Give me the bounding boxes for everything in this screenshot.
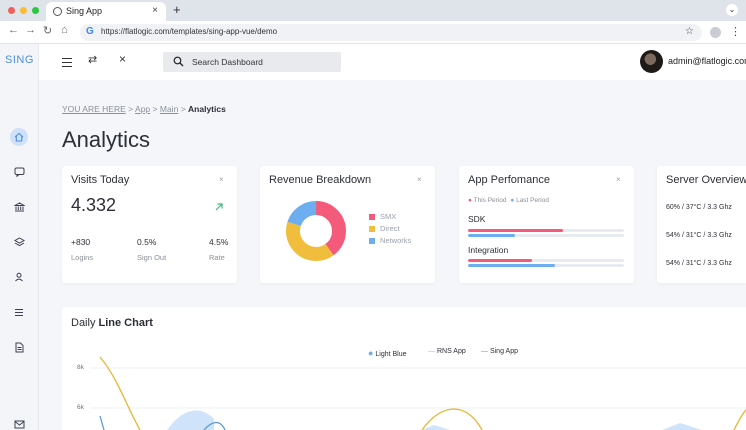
sdk-label: SDK [468, 214, 486, 224]
close-window-dot[interactable] [8, 7, 15, 14]
app-header: ⇄ × admin@flatlogic.com [39, 44, 746, 80]
address-bar[interactable]: G https://flatlogic.com/templates/sing-a… [80, 24, 702, 41]
integration-last-bar [468, 264, 624, 267]
swap-icon[interactable]: ⇄ [88, 53, 97, 66]
minimize-window-dot[interactable] [20, 7, 27, 14]
bookmark-star-icon[interactable]: ☆ [685, 26, 694, 37]
document-icon[interactable] [10, 338, 28, 356]
light-blue-area [422, 425, 450, 430]
logins-value: +830 [71, 237, 91, 247]
trend-up-icon [215, 203, 223, 211]
home-icon[interactable] [10, 128, 28, 146]
globe-icon [53, 7, 62, 16]
browser-profile-icon[interactable] [710, 27, 721, 38]
breadcrumb-separator: > [180, 104, 186, 114]
breadcrumb-separator: > [152, 104, 158, 114]
revenue-donut [286, 201, 346, 261]
sing-app-line [99, 415, 105, 430]
line-chart-card: Daily Line Chart ● Light Blue — RNS App … [62, 307, 746, 430]
home-browser-icon[interactable]: ⌂ [61, 24, 68, 36]
search-icon [173, 56, 184, 67]
server-row-3: 54% / 31°C / 3.3 Ghz [666, 260, 732, 267]
app-logo[interactable]: SING [5, 54, 34, 66]
close-icon[interactable]: × [219, 175, 224, 184]
server-title: Server Overview [666, 174, 746, 186]
page-title: Analytics [62, 127, 151, 152]
search-input[interactable] [163, 52, 341, 72]
list-icon[interactable] [10, 303, 28, 321]
breadcrumb-prefix: YOU ARE HERE [62, 104, 126, 114]
breadcrumb-separator: > [128, 104, 134, 114]
google-icon: G [86, 26, 94, 37]
visits-card: Visits Today × 4.332 +830 Logins 0.5% Si… [62, 166, 237, 283]
signout-value: 0.5% [137, 237, 157, 247]
performance-legend: ● This Period ● Last Period [468, 197, 549, 204]
browser-menu-icon[interactable]: ⋮ [730, 25, 741, 38]
back-icon[interactable]: ← [8, 24, 19, 36]
revenue-title: Revenue Breakdown [269, 174, 372, 186]
sdk-last-bar [468, 234, 624, 237]
forward-icon[interactable]: → [25, 24, 36, 36]
legend-smx: SMX [369, 212, 396, 221]
integration-label: Integration [468, 245, 509, 255]
mail-icon[interactable] [10, 415, 28, 430]
rate-value: 4.5% [209, 237, 229, 247]
sdk-this-bar [468, 229, 624, 232]
url-text[interactable]: https://flatlogic.com/templates/sing-app… [101, 27, 277, 36]
legend-direct: Direct [369, 224, 400, 233]
breadcrumb-main[interactable]: Main [160, 104, 178, 114]
browser-tab-bar: Sing App × + ⌄ [0, 0, 746, 21]
new-tab-button[interactable]: + [173, 2, 181, 17]
tab-close-icon[interactable]: × [152, 5, 158, 16]
avatar[interactable] [640, 50, 663, 73]
visits-title: Visits Today [71, 174, 130, 186]
tab-search-icon[interactable]: ⌄ [726, 4, 738, 16]
breadcrumb-app[interactable]: App [135, 104, 150, 114]
reload-icon[interactable]: ↻ [43, 24, 52, 37]
performance-title: App Perfomance [468, 174, 550, 186]
browser-toolbar: ← → ↻ ⌂ G https://flatlogic.com/template… [0, 21, 746, 44]
user-name[interactable]: admin@flatlogic.com [668, 56, 746, 66]
rate-label: Rate [209, 253, 225, 262]
rns-app-line [733, 408, 746, 430]
menu-icon[interactable] [62, 58, 72, 70]
signout-label: Sign Out [137, 253, 167, 262]
browser-tab[interactable]: Sing App × [46, 2, 166, 21]
server-card: Server Overview 60% / 37°C / 3.3 Ghz 54%… [657, 166, 746, 283]
close-icon[interactable]: × [417, 175, 422, 184]
bank-icon[interactable] [10, 198, 28, 216]
legend-networks: Networks [369, 236, 411, 245]
chat-icon[interactable] [10, 163, 28, 181]
server-row-2: 54% / 31°C / 3.3 Ghz [666, 232, 732, 239]
light-blue-area [662, 423, 702, 430]
close-icon[interactable]: × [616, 175, 621, 184]
integration-this-bar [468, 259, 624, 262]
line-chart-plot [90, 356, 746, 430]
tab-title: Sing App [66, 6, 103, 16]
revenue-card: Revenue Breakdown × SMX Direct Networks [260, 166, 435, 283]
performance-card: App Perfomance × ● This Period ● Last Pe… [459, 166, 634, 283]
logins-label: Logins [71, 253, 94, 262]
user-icon[interactable] [10, 268, 28, 286]
breadcrumb: YOU ARE HERE > App > Main > Analytics [62, 104, 226, 114]
maximize-window-dot[interactable] [32, 7, 39, 14]
server-row-1: 60% / 37°C / 3.3 Ghz [666, 204, 732, 211]
visits-value: 4.332 [71, 195, 117, 215]
layers-icon[interactable] [10, 233, 28, 251]
breadcrumb-current: Analytics [188, 104, 226, 114]
close-icon[interactable]: × [119, 52, 126, 66]
